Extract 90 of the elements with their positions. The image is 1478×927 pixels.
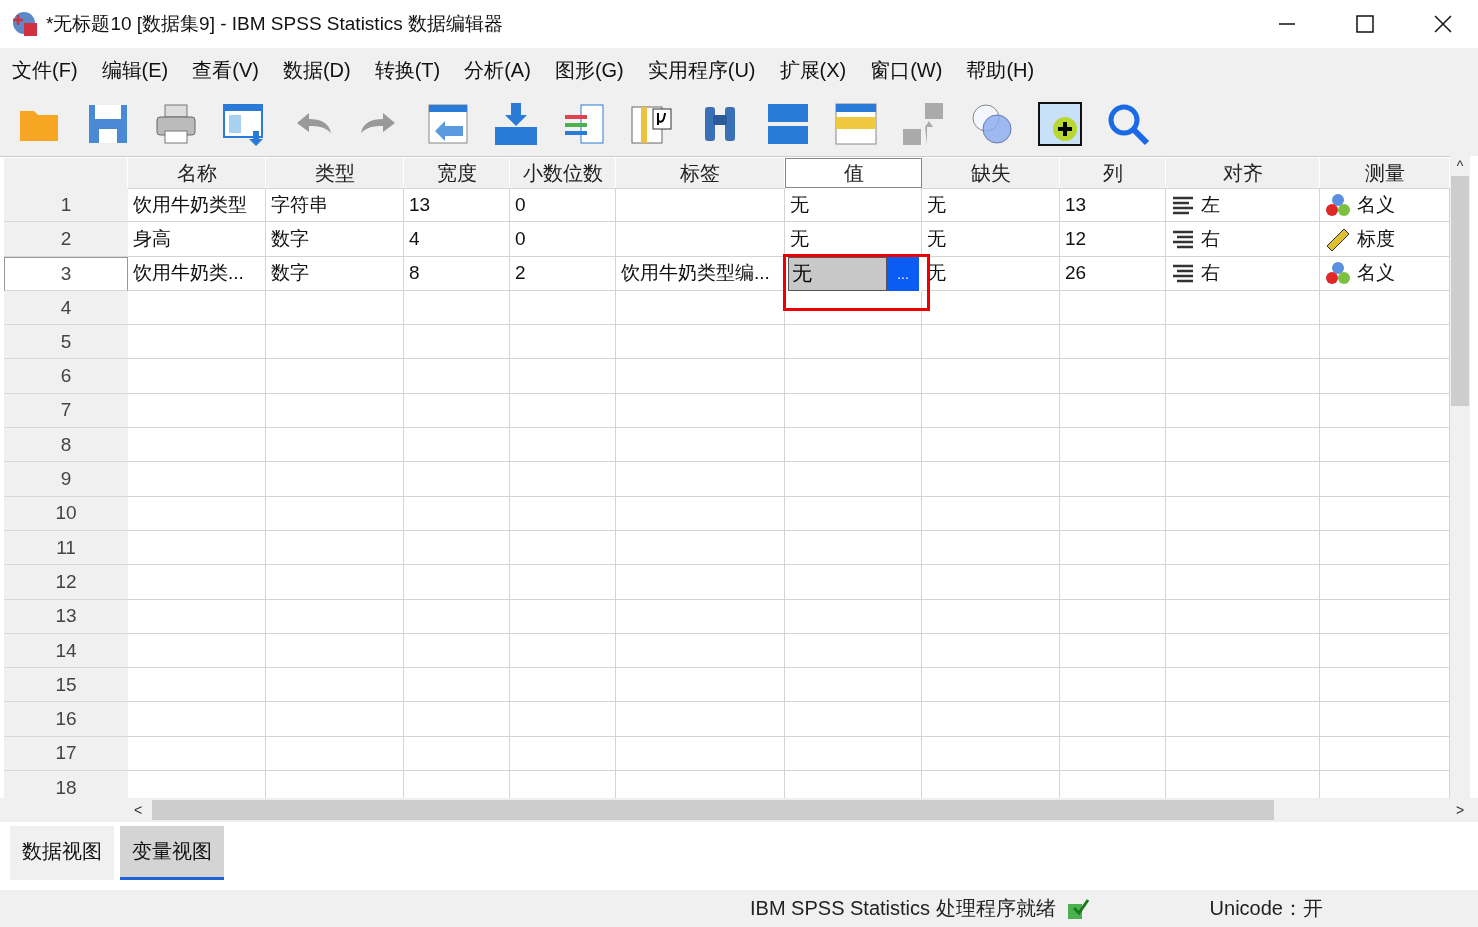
row-header[interactable]: 6 [4, 359, 128, 394]
table-cell: 无 [785, 222, 922, 257]
measure-text: 名义 [1357, 261, 1395, 286]
view-tab[interactable]: 变量视图 [120, 826, 224, 880]
table-cell: 身高 [128, 222, 266, 257]
column-header[interactable]: 测量 [1320, 158, 1450, 189]
table-cell: 饮用牛奶类型 [128, 188, 266, 223]
scroll-left-button[interactable]: < [128, 800, 148, 820]
table-cell: 0 [510, 222, 616, 257]
menu-item[interactable]: 扩展(X) [771, 56, 863, 84]
close-icon [1434, 15, 1452, 33]
row-header[interactable]: 1 [4, 188, 128, 223]
row-header[interactable]: 12 [4, 565, 128, 600]
align-right-icon [1171, 263, 1195, 284]
three-balls-icon [1325, 192, 1351, 217]
table-cell: 2 [510, 256, 616, 291]
menu-item[interactable]: 转换(T) [366, 56, 457, 84]
table-cell: 4 [404, 222, 510, 257]
value-field[interactable]: 无 [788, 256, 887, 291]
menu-item[interactable]: 帮助(H) [958, 56, 1051, 84]
menu-item[interactable]: 编辑(E) [93, 56, 185, 84]
row-header[interactable]: 10 [4, 496, 128, 531]
menu-item[interactable]: 窗口(W) [862, 56, 959, 84]
menu-item[interactable]: 查看(V) [184, 56, 275, 84]
table-cell: 8 [404, 256, 510, 291]
menu-item[interactable]: 分析(A) [456, 56, 547, 84]
cell-editor[interactable]: 无 ... [783, 253, 930, 311]
measure-text: 标度 [1357, 226, 1395, 251]
table-cell: 13 [404, 188, 510, 223]
row-header[interactable]: 8 [4, 428, 128, 463]
ruler-icon [1325, 226, 1351, 251]
three-balls-icon [1325, 261, 1351, 286]
row-header[interactable]: 4 [4, 290, 128, 326]
table-cell: 无 [785, 188, 922, 223]
measure-text: 名义 [1357, 192, 1395, 217]
table-cell: 0 [510, 188, 616, 223]
column-header[interactable]: 标签 [616, 158, 785, 189]
table-cell: 13 [1060, 188, 1166, 223]
unicode-status: Unicode：开 [1209, 896, 1323, 921]
scroll-up-button[interactable]: ^ [1450, 156, 1470, 176]
table-cell: 12 [1060, 222, 1166, 257]
align-right-icon [1171, 228, 1195, 249]
row-header[interactable]: 16 [4, 702, 128, 737]
table-cell: 数字 [266, 256, 404, 291]
table-cell: 饮用牛奶类... [128, 256, 266, 291]
scroll-right-button[interactable]: > [1450, 800, 1470, 820]
row-header[interactable]: 13 [4, 599, 128, 634]
row-header[interactable]: 15 [4, 668, 128, 703]
column-header[interactable]: 类型 [266, 158, 404, 189]
alignment-text: 右 [1201, 261, 1220, 286]
table-cell: 无 [922, 222, 1060, 257]
minimize-icon [1278, 23, 1296, 25]
row-header[interactable]: 14 [4, 633, 128, 669]
column-header[interactable]: 对齐 [1166, 158, 1320, 189]
row-header[interactable]: 5 [4, 325, 128, 360]
row-header[interactable]: 3 [4, 256, 128, 291]
column-header[interactable]: 列 [1060, 158, 1166, 189]
row-header[interactable]: 7 [4, 393, 128, 429]
window-title: *无标题10 [数据集9] - IBM SPSS Statistics 数据编辑器 [46, 12, 505, 36]
scrollbar-thumb[interactable] [152, 800, 1274, 820]
column-header[interactable]: 名称 [128, 158, 266, 189]
menu-item[interactable]: 图形(G) [546, 56, 640, 84]
column-header[interactable]: 小数位数 [510, 158, 616, 189]
row-header[interactable]: 17 [4, 736, 128, 772]
table-cell: 无 [922, 188, 1060, 223]
alignment-text: 右 [1201, 226, 1220, 251]
table-cell: 字符串 [266, 188, 404, 223]
app-icon [12, 11, 38, 37]
align-left-icon [1171, 194, 1195, 215]
table-cell: 26 [1060, 256, 1166, 291]
view-tab[interactable]: 数据视图 [10, 826, 114, 880]
row-header[interactable]: 2 [4, 222, 128, 257]
alignment-text: 左 [1201, 192, 1220, 217]
menu-item[interactable]: 实用程序(U) [639, 56, 772, 84]
row-header[interactable]: 18 [4, 771, 128, 798]
menu-item[interactable]: 文件(F) [4, 56, 94, 84]
table-cell: 饮用牛奶类型编... [616, 256, 785, 291]
column-header[interactable]: 值 [785, 158, 922, 188]
table-cell: 数字 [266, 222, 404, 257]
row-header[interactable]: 9 [4, 462, 128, 497]
check-icon [1065, 897, 1090, 920]
status-text: IBM SPSS Statistics 处理程序就绪 [750, 896, 1056, 921]
menu-item[interactable]: 数据(D) [274, 56, 367, 84]
column-header[interactable]: 缺失 [922, 158, 1060, 189]
maximize-icon [1356, 15, 1374, 33]
column-header[interactable]: 宽度 [404, 158, 510, 189]
row-header[interactable]: 11 [4, 530, 128, 566]
ellipsis-button[interactable]: ... [887, 256, 919, 291]
scrollbar-thumb[interactable] [1451, 176, 1469, 406]
vertical-scrollbar[interactable]: ^ [1450, 156, 1470, 798]
